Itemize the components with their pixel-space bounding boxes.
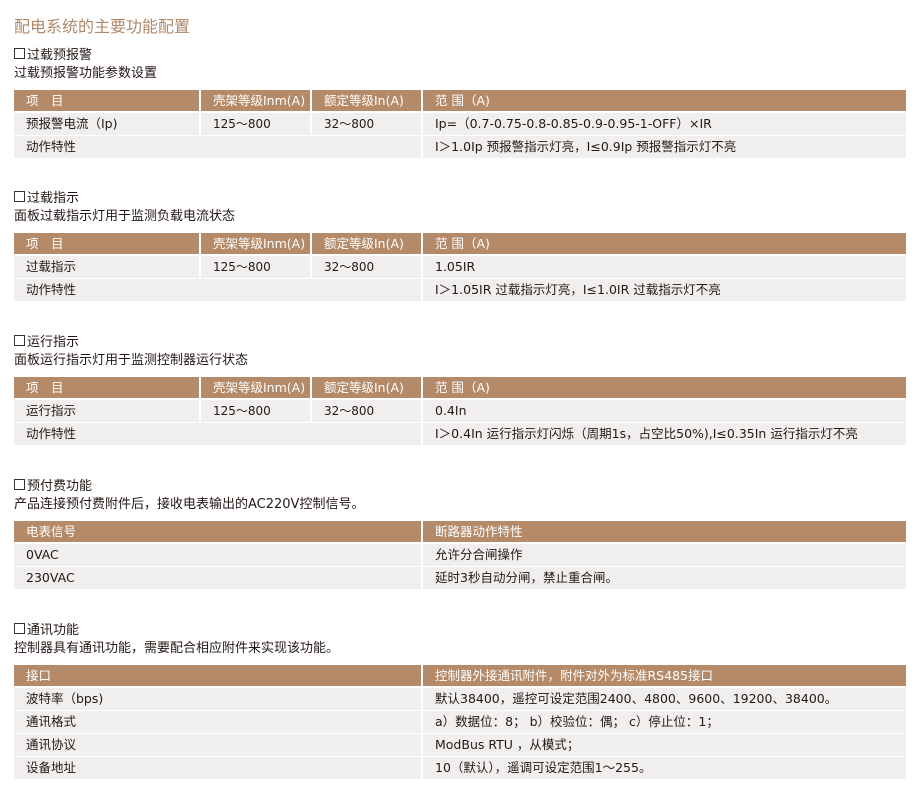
header-cell-range: 范 围（A) <box>421 90 906 111</box>
table-cell: 1.05IR <box>421 256 906 278</box>
table-cell: 0VAC <box>26 547 59 562</box>
section-title-text: 预付费功能 <box>27 479 93 494</box>
section-title-text: 过载预报警 <box>27 48 93 63</box>
section-title-text: 运行指示 <box>27 335 80 350</box>
param-table: 项 目 壳架等级Inm(A) 额定等级In(A) 范 围（A) 预报警电流（Ip… <box>14 90 906 158</box>
header-cell-frame-rating: 壳架等级Inm(A) <box>199 377 310 398</box>
prepaid-table: 电表信号 断路器动作特性 0VAC 允许分合闸操作 230VAC 延时3秒自动分… <box>14 521 906 589</box>
section-description: 产品连接预付费附件后，接收电表输出的AC220V控制信号。 <box>14 497 365 512</box>
table-cell: 通讯协议 <box>26 737 77 752</box>
table-header-row: 项 目 壳架等级Inm(A) 额定等级In(A) 范 围（A) <box>14 233 906 254</box>
header-cell-range: 范 围（A) <box>421 233 906 254</box>
table-cell: I＞0.4In 运行指示灯闪烁（周期1s，占空比50%),I≤0.35In 运行… <box>421 423 906 445</box>
section-title: 过载指示 <box>14 190 906 208</box>
section-overload-indicator: 过载指示 面板过载指示灯用于监测负载电流状态 项 目 壳架等级Inm(A) 额定… <box>14 190 906 302</box>
section-title: 运行指示 <box>14 334 906 352</box>
header-cell-frame-rating: 壳架等级Inm(A) <box>199 233 310 254</box>
section-description: 控制器具有通讯功能，需要配合相应附件来实现该功能。 <box>14 641 340 656</box>
header-cell-frame-rating: 壳架等级Inm(A) <box>199 90 310 111</box>
checkbox-square-icon <box>14 335 25 346</box>
section-description: 面板过载指示灯用于监测负载电流状态 <box>14 209 236 224</box>
section-title: 预付费功能 <box>14 478 906 496</box>
table-cell: 通讯格式 <box>26 714 77 729</box>
table-cell: 波特率（bps) <box>26 691 104 706</box>
section-description: 面板运行指示灯用于监测控制器运行状态 <box>14 353 249 368</box>
header-cell-rated-current: 额定等级In(A) <box>310 377 421 398</box>
table-cell: 125～800 <box>199 113 310 135</box>
table-row: 设备地址 10（默认），遥调可设定范围1～255。 <box>14 757 906 779</box>
table-cell: 允许分合闸操作 <box>421 544 906 566</box>
section-title: 通讯功能 <box>14 622 906 640</box>
table-cell: 预报警电流（Ip) <box>26 116 118 131</box>
table-header-row: 项 目 壳架等级Inm(A) 额定等级In(A) 范 围（A) <box>14 90 906 111</box>
checkbox-square-icon <box>14 48 25 59</box>
table-row: 波特率（bps) 默认38400，遥控可设定范围2400、4800、9600、1… <box>14 688 906 710</box>
header-cell-item: 项 目 <box>26 236 64 251</box>
table-cell: 运行指示 <box>26 403 77 418</box>
table-row: 0VAC 允许分合闸操作 <box>14 544 906 566</box>
table-cell: 125～800 <box>199 400 310 422</box>
section-description: 过载预报警功能参数设置 <box>14 66 158 81</box>
table-cell: a）数据位：8； b）校验位：偶； c）停止位：1； <box>421 711 906 733</box>
table-cell: I＞1.0Ip 预报警指示灯亮，I≤0.9Ip 预报警指示灯不亮 <box>421 136 906 158</box>
header-cell-rated-current: 额定等级In(A) <box>310 90 421 111</box>
table-row: 通讯格式 a）数据位：8； b）校验位：偶； c）停止位：1； <box>14 711 906 733</box>
table-row-action: 动作特性 I＞0.4In 运行指示灯闪烁（周期1s，占空比50%),I≤0.35… <box>14 423 906 445</box>
table-cell: 125～800 <box>199 256 310 278</box>
table-cell: 32～800 <box>310 256 421 278</box>
header-cell-meter-signal: 电表信号 <box>26 524 77 539</box>
communication-table: 接口 控制器外接通讯附件，附件对外为标准RS485接口 波特率（bps) 默认3… <box>14 665 906 779</box>
table-cell: Ip=（0.7-0.75-0.8-0.85-0.9-0.95-1-OFF）×IR <box>421 113 906 135</box>
section-title-text: 过载指示 <box>27 191 80 206</box>
table-row-action: 动作特性 I＞1.05IR 过载指示灯亮，I≤1.0IR 过载指示灯不亮 <box>14 279 906 301</box>
table-row: 预报警电流（Ip) 125～800 32～800 Ip=（0.7-0.75-0.… <box>14 113 906 135</box>
table-cell: 32～800 <box>310 400 421 422</box>
table-cell: I＞1.05IR 过载指示灯亮，I≤1.0IR 过载指示灯不亮 <box>421 279 906 301</box>
table-cell: 32～800 <box>310 113 421 135</box>
param-table: 项 目 壳架等级Inm(A) 额定等级In(A) 范 围（A) 运行指示 125… <box>14 377 906 445</box>
table-row: 通讯协议 ModBus RTU ，从模式； <box>14 734 906 756</box>
page-title: 配电系统的主要功能配置 <box>14 17 191 36</box>
table-row-action: 动作特性 I＞1.0Ip 预报警指示灯亮，I≤0.9Ip 预报警指示灯不亮 <box>14 136 906 158</box>
table-cell: 设备地址 <box>26 760 77 775</box>
section-title: 过载预报警 <box>14 47 906 65</box>
section-communication: 通讯功能 控制器具有通讯功能，需要配合相应附件来实现该功能。 接口 控制器外接通… <box>14 622 906 780</box>
table-cell: 过载指示 <box>26 259 77 274</box>
table-header-row: 电表信号 断路器动作特性 <box>14 521 906 542</box>
table-cell: 10（默认），遥调可设定范围1～255。 <box>421 757 906 779</box>
table-cell: 默认38400，遥控可设定范围2400、4800、9600、19200、3840… <box>421 688 906 710</box>
header-cell-rs485: 控制器外接通讯附件，附件对外为标准RS485接口 <box>421 665 906 686</box>
header-cell-item: 项 目 <box>26 93 64 108</box>
checkbox-square-icon <box>14 479 25 490</box>
table-header-row: 项 目 壳架等级Inm(A) 额定等级In(A) 范 围（A) <box>14 377 906 398</box>
header-cell-interface: 接口 <box>26 668 52 683</box>
checkbox-square-icon <box>14 623 25 634</box>
table-row: 过载指示 125～800 32～800 1.05IR <box>14 256 906 278</box>
table-cell: 动作特性 <box>26 426 77 441</box>
checkbox-square-icon <box>14 191 25 202</box>
param-table: 项 目 壳架等级Inm(A) 额定等级In(A) 范 围（A) 过载指示 125… <box>14 233 906 301</box>
section-overload-prealarm: 过载预报警 过载预报警功能参数设置 项 目 壳架等级Inm(A) 额定等级In(… <box>14 47 906 159</box>
table-row: 230VAC 延时3秒自动分闸，禁止重合闸。 <box>14 567 906 589</box>
table-cell: 230VAC <box>26 570 75 585</box>
header-cell-breaker-action: 断路器动作特性 <box>421 521 906 542</box>
table-cell: ModBus RTU ，从模式； <box>421 734 906 756</box>
table-header-row: 接口 控制器外接通讯附件，附件对外为标准RS485接口 <box>14 665 906 686</box>
section-run-indicator: 运行指示 面板运行指示灯用于监测控制器运行状态 项 目 壳架等级Inm(A) 额… <box>14 334 906 446</box>
section-prepaid: 预付费功能 产品连接预付费附件后，接收电表输出的AC220V控制信号。 电表信号… <box>14 478 906 590</box>
table-cell: 动作特性 <box>26 139 77 154</box>
table-cell: 动作特性 <box>26 282 77 297</box>
header-cell-item: 项 目 <box>26 380 64 395</box>
table-cell: 0.4In <box>421 400 906 422</box>
header-cell-range: 范 围（A) <box>421 377 906 398</box>
table-cell: 延时3秒自动分闸，禁止重合闸。 <box>421 567 906 589</box>
table-row: 运行指示 125～800 32～800 0.4In <box>14 400 906 422</box>
section-title-text: 通讯功能 <box>27 623 80 638</box>
header-cell-rated-current: 额定等级In(A) <box>310 233 421 254</box>
